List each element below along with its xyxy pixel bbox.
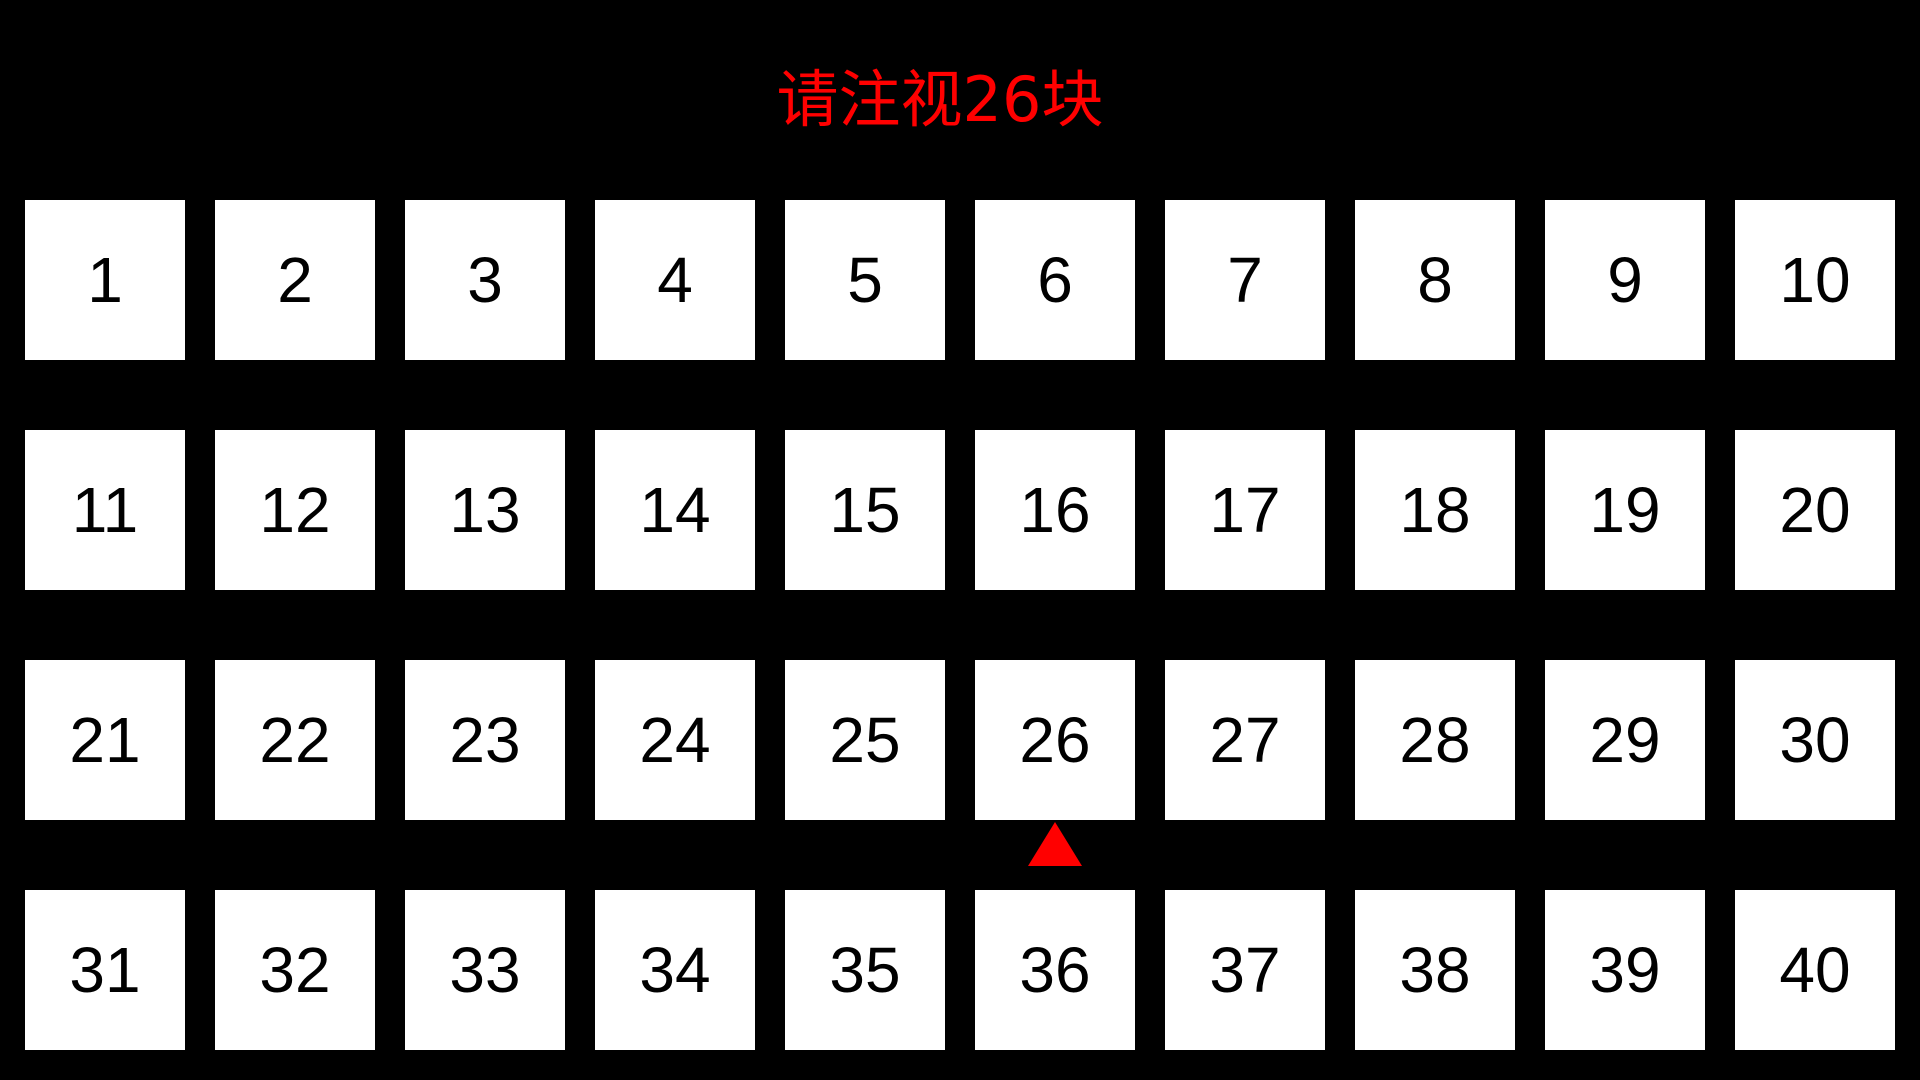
block-tile[interactable]: 14 <box>595 430 755 590</box>
block-tile[interactable]: 2 <box>215 200 375 360</box>
block-tile[interactable]: 8 <box>1355 200 1515 360</box>
block-tile[interactable]: 40 <box>1735 890 1895 1050</box>
block-tile[interactable]: 15 <box>785 430 945 590</box>
block-tile[interactable]: 23 <box>405 660 565 820</box>
block-tile[interactable]: 34 <box>595 890 755 1050</box>
block-tile[interactable]: 10 <box>1735 200 1895 360</box>
instruction-text: 请注视26块 <box>776 63 1104 136</box>
block-tile[interactable]: 3 <box>405 200 565 360</box>
block-tile[interactable]: 28 <box>1355 660 1515 820</box>
block-tile[interactable]: 39 <box>1545 890 1705 1050</box>
block-tile[interactable]: 5 <box>785 200 945 360</box>
block-tile-target[interactable]: 26 <box>975 660 1135 820</box>
block-tile[interactable]: 4 <box>595 200 755 360</box>
block-tile[interactable]: 9 <box>1545 200 1705 360</box>
block-tile[interactable]: 19 <box>1545 430 1705 590</box>
block-tile[interactable]: 36 <box>975 890 1135 1050</box>
block-tile[interactable]: 11 <box>25 430 185 590</box>
block-tile[interactable]: 22 <box>215 660 375 820</box>
block-tile[interactable]: 13 <box>405 430 565 590</box>
block-tile[interactable]: 17 <box>1165 430 1325 590</box>
block-tile[interactable]: 24 <box>595 660 755 820</box>
block-tile[interactable]: 32 <box>215 890 375 1050</box>
block-tile[interactable]: 37 <box>1165 890 1325 1050</box>
block-tile[interactable]: 21 <box>25 660 185 820</box>
block-tile[interactable]: 27 <box>1165 660 1325 820</box>
block-tile[interactable]: 33 <box>405 890 565 1050</box>
block-tile[interactable]: 6 <box>975 200 1135 360</box>
triangle-up-icon <box>1028 822 1082 866</box>
block-tile[interactable]: 31 <box>25 890 185 1050</box>
block-tile[interactable]: 12 <box>215 430 375 590</box>
block-tile[interactable]: 7 <box>1165 200 1325 360</box>
stimulus-screen: 请注视26块 1 2 3 4 5 6 7 8 9 10 11 12 13 14 … <box>0 0 1920 1080</box>
block-tile[interactable]: 35 <box>785 890 945 1050</box>
block-tile[interactable]: 30 <box>1735 660 1895 820</box>
block-tile[interactable]: 25 <box>785 660 945 820</box>
block-tile[interactable]: 29 <box>1545 660 1705 820</box>
block-tile[interactable]: 18 <box>1355 430 1515 590</box>
block-tile[interactable]: 20 <box>1735 430 1895 590</box>
block-tile[interactable]: 16 <box>975 430 1135 590</box>
block-tile[interactable]: 1 <box>25 200 185 360</box>
block-tile[interactable]: 38 <box>1355 890 1515 1050</box>
